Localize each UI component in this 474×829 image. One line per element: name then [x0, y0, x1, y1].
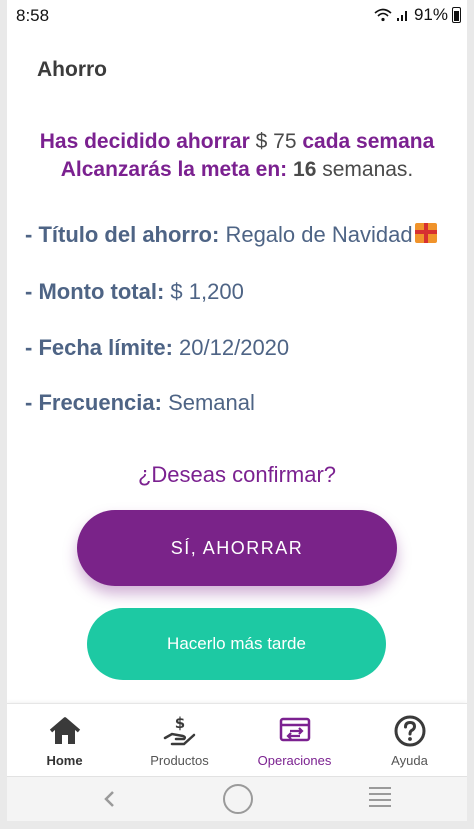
detail-frequency-row: - Frecuencia: Semanal	[25, 390, 255, 416]
recents-icon[interactable]	[369, 787, 391, 811]
summary-line2-prefix: Alcanzarás la meta en:	[60, 158, 288, 181]
summary-line1-suffix: cada semana	[302, 130, 435, 153]
home-icon	[49, 717, 80, 744]
detail-value: $ 1,200	[170, 279, 244, 304]
status-bar: 8:58 91%	[7, 0, 467, 28]
status-icons: 91%	[374, 5, 461, 25]
nav-label: Ayuda	[391, 753, 428, 768]
nav-item-operaciones[interactable]: Operaciones	[237, 704, 352, 776]
detail-date-row: - Fecha límite: 20/12/2020	[25, 335, 289, 361]
back-icon[interactable]	[102, 789, 118, 809]
help-icon	[394, 715, 425, 747]
summary-line2-suffix: semanas.	[322, 158, 414, 181]
nav-item-ayuda[interactable]: Ayuda	[352, 704, 467, 776]
page-title: Ahorro	[37, 58, 107, 81]
detail-title-row: - Título del ahorro: Regalo de Navidad	[25, 222, 437, 248]
confirm-save-button[interactable]: SÍ, AHORRAR	[77, 510, 397, 586]
nav-item-home[interactable]: Home	[7, 704, 122, 776]
summary-weeks: 16	[293, 158, 317, 181]
app-frame: 8:58 91% Ahorro Has decidido ahorrar $ 7…	[7, 0, 467, 829]
detail-label: - Título del ahorro:	[25, 222, 220, 247]
detail-value: Semanal	[168, 390, 255, 415]
svg-text:$: $	[174, 714, 184, 732]
nav-item-productos[interactable]: $ Productos	[122, 704, 237, 776]
bottom-strip	[7, 821, 467, 829]
detail-label: - Frecuencia:	[25, 390, 162, 415]
confirm-question: ¿Deseas confirmar?	[137, 462, 337, 487]
savings-summary: Has decidido ahorrar $ 75 cada semana Al…	[7, 128, 467, 184]
detail-label: - Fecha límite:	[25, 335, 173, 360]
system-nav-bar	[7, 776, 467, 821]
nav-label: Operaciones	[257, 753, 332, 768]
summary-line1-prefix: Has decidido ahorrar	[39, 130, 250, 153]
status-time: 8:58	[16, 6, 50, 25]
nav-label: Home	[46, 753, 83, 768]
battery-icon	[452, 7, 461, 23]
home-circle-icon[interactable]	[223, 784, 253, 814]
detail-value: Regalo de Navidad	[225, 222, 413, 247]
nav-label: Productos	[150, 753, 209, 768]
card-transfer-icon	[279, 717, 310, 742]
battery-percent: 91%	[413, 5, 448, 24]
signal-icon	[396, 11, 407, 21]
hand-money-icon: $	[163, 714, 195, 746]
detail-value: 20/12/2020	[179, 335, 290, 360]
gift-icon	[414, 223, 437, 243]
summary-amount: $ 75	[255, 130, 297, 153]
wifi-icon	[374, 8, 392, 22]
bottom-nav: Home $ Productos Operaciones Ayuda	[7, 703, 467, 776]
detail-label: - Monto total:	[25, 279, 165, 304]
later-button[interactable]: Hacerlo más tarde	[87, 608, 386, 680]
detail-amount-row: - Monto total: $ 1,200	[25, 279, 244, 305]
